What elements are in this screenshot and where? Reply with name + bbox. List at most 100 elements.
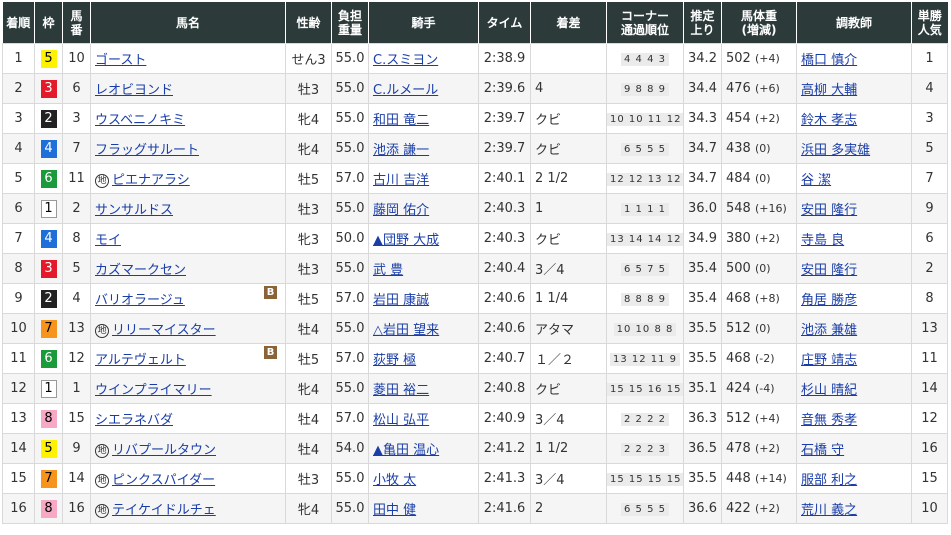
table-row: 2 3 6 レオビヨンド 牡3 55.0 C.ルメール 2:39.6 4 9 8 8 9 34.4 4… xyxy=(2,73,948,104)
jockey-link[interactable]: △岩田 望来 xyxy=(373,323,439,338)
jockey-link[interactable]: 池添 謙一 xyxy=(373,143,429,158)
jockey-link[interactable]: ▲亀田 温心 xyxy=(373,443,439,458)
trainer-link[interactable]: 安田 隆行 xyxy=(801,203,857,218)
rank-cell: 5 xyxy=(2,163,35,194)
trainer-link[interactable]: 服部 利之 xyxy=(801,473,857,488)
trainer-link[interactable]: 庄野 靖志 xyxy=(801,353,857,368)
corner-order: 15 15 16 15 xyxy=(607,383,683,396)
trainer-link[interactable]: 杉山 晴紀 xyxy=(801,383,857,398)
header-jockey: 騎手 xyxy=(368,2,479,44)
margin-cell: クビ xyxy=(530,223,607,254)
horse-link[interactable]: モイ xyxy=(95,233,121,248)
bodyweight-value: 500 xyxy=(726,261,751,276)
umaban-cell: 5 xyxy=(62,253,91,284)
trainer-link[interactable]: 高柳 大輔 xyxy=(801,83,857,98)
weight-cell: 55.0 xyxy=(331,103,369,134)
table-row: 3 2 3 ウスベニノキミ 牝4 55.0 和田 竜二 2:39.7 クビ 10 10 11 12… xyxy=(2,103,948,134)
horse-link[interactable]: アルテヴェルト xyxy=(95,353,186,368)
rank-cell: 10 xyxy=(2,313,35,344)
bodyweight-cell: 438 (0) xyxy=(721,133,797,164)
rank-cell: 9 xyxy=(2,283,35,314)
umaban-cell: 15 xyxy=(62,403,91,434)
weight-cell: 57.0 xyxy=(331,403,369,434)
horse-link[interactable]: バリオラージュ xyxy=(95,293,185,308)
jockey-link[interactable]: C.ルメール xyxy=(373,83,438,98)
horse-link[interactable]: シエラネバダ xyxy=(95,413,173,428)
trainer-link[interactable]: 谷 潔 xyxy=(801,173,831,188)
horse-link[interactable]: リリーマイスター xyxy=(112,323,216,338)
horse-link[interactable]: サンサルドス xyxy=(95,203,173,218)
header-corner: コーナー 通過順位 xyxy=(606,2,684,44)
jockey-link[interactable]: 岩田 康誠 xyxy=(373,293,429,308)
margin-cell: １／２ xyxy=(530,343,607,374)
corner-order: 9 8 8 9 xyxy=(621,83,669,96)
jockey-link[interactable]: 松山 弘平 xyxy=(373,413,429,428)
waku-badge: 5 xyxy=(40,49,57,68)
trainer-link[interactable]: 寺島 良 xyxy=(801,233,844,248)
jockey-link[interactable]: 藤岡 佑介 xyxy=(373,203,429,218)
horse-link[interactable]: ウスベニノキミ xyxy=(95,113,185,128)
waku-cell: 4 xyxy=(34,223,63,254)
jockey-link[interactable]: 菱田 裕二 xyxy=(373,383,429,398)
horse-link[interactable]: テイケイドルチェ xyxy=(112,503,216,518)
last-cell: 34.2 xyxy=(683,43,722,74)
rank-cell: 8 xyxy=(2,253,35,284)
jockey-link[interactable]: ▲団野 大成 xyxy=(373,233,439,248)
rank-cell: 1 xyxy=(2,43,35,74)
umaban-cell: 11 xyxy=(62,163,91,194)
weight-cell: 57.0 xyxy=(331,163,369,194)
margin-cell: 3／4 xyxy=(530,403,607,434)
trainer-link[interactable]: 池添 兼雄 xyxy=(801,323,857,338)
horse-link[interactable]: レオビヨンド xyxy=(95,83,173,98)
trainer-link[interactable]: 鈴木 孝志 xyxy=(801,113,857,128)
umaban-cell: 2 xyxy=(62,193,91,224)
horse-link[interactable]: ウインプライマリー xyxy=(95,383,212,398)
waku-badge: 1 xyxy=(40,379,57,398)
corner-cell: 12 12 13 12 xyxy=(606,163,684,194)
jockey-link[interactable]: 田中 健 xyxy=(373,503,416,518)
age-cell: 牝4 xyxy=(285,493,332,524)
margin-cell: 1 xyxy=(530,193,607,224)
age-cell: 牡5 xyxy=(285,283,332,314)
bodyweight-diff: (0) xyxy=(754,172,771,185)
bodyweight-diff: (+14) xyxy=(754,472,787,485)
age-cell: 牡3 xyxy=(285,193,332,224)
header-age: 性齢 xyxy=(285,2,332,44)
trainer-link[interactable]: 橋口 慎介 xyxy=(801,53,857,68)
trainer-link[interactable]: 安田 隆行 xyxy=(801,263,857,278)
time-cell: 2:40.6 xyxy=(478,283,531,314)
bodyweight-diff: (+4) xyxy=(754,52,780,65)
bodyweight-value: 478 xyxy=(726,441,751,456)
trainer-link[interactable]: 浜田 多実雄 xyxy=(801,143,870,158)
jockey-link[interactable]: 古川 吉洋 xyxy=(373,173,429,188)
jockey-link[interactable]: 荻野 極 xyxy=(373,353,416,368)
horse-cell: アルテヴェルト B xyxy=(90,343,286,374)
jockey-link[interactable]: 武 豊 xyxy=(373,263,403,278)
horse-cell: 地リリーマイスター xyxy=(90,313,286,344)
local-horse-icon: 地 xyxy=(95,504,109,518)
horse-link[interactable]: フラッグサルート xyxy=(95,143,199,158)
horse-link[interactable]: ピンクスパイダー xyxy=(112,473,215,488)
trainer-cell: 高柳 大輔 xyxy=(796,73,912,104)
jockey-link[interactable]: 和田 竜二 xyxy=(373,113,429,128)
age-cell: 牝3 xyxy=(285,223,332,254)
age-cell: 牡3 xyxy=(285,463,332,494)
umaban-cell: 4 xyxy=(62,283,91,314)
bodyweight-diff: (-2) xyxy=(754,352,775,365)
jockey-link[interactable]: C.スミヨン xyxy=(373,53,438,68)
horse-link[interactable]: ピエナアラシ xyxy=(112,173,190,188)
pop-cell: 9 xyxy=(911,193,948,224)
waku-cell: 5 xyxy=(34,43,63,74)
jockey-link[interactable]: 小牧 太 xyxy=(373,473,416,488)
horse-link[interactable]: リバプールタウン xyxy=(112,443,216,458)
last-cell: 36.5 xyxy=(683,433,722,464)
trainer-link[interactable]: 石橋 守 xyxy=(801,443,844,458)
trainer-link[interactable]: 角居 勝彦 xyxy=(801,293,857,308)
horse-link[interactable]: ゴースト xyxy=(95,53,146,68)
weight-cell: 50.0 xyxy=(331,223,369,254)
trainer-link[interactable]: 荒川 義之 xyxy=(801,503,857,518)
trainer-link[interactable]: 音無 秀孝 xyxy=(801,413,857,428)
horse-link[interactable]: カズマークセン xyxy=(95,263,186,278)
bodyweight-diff: (0) xyxy=(754,322,771,335)
bodyweight-value: 468 xyxy=(726,351,751,366)
